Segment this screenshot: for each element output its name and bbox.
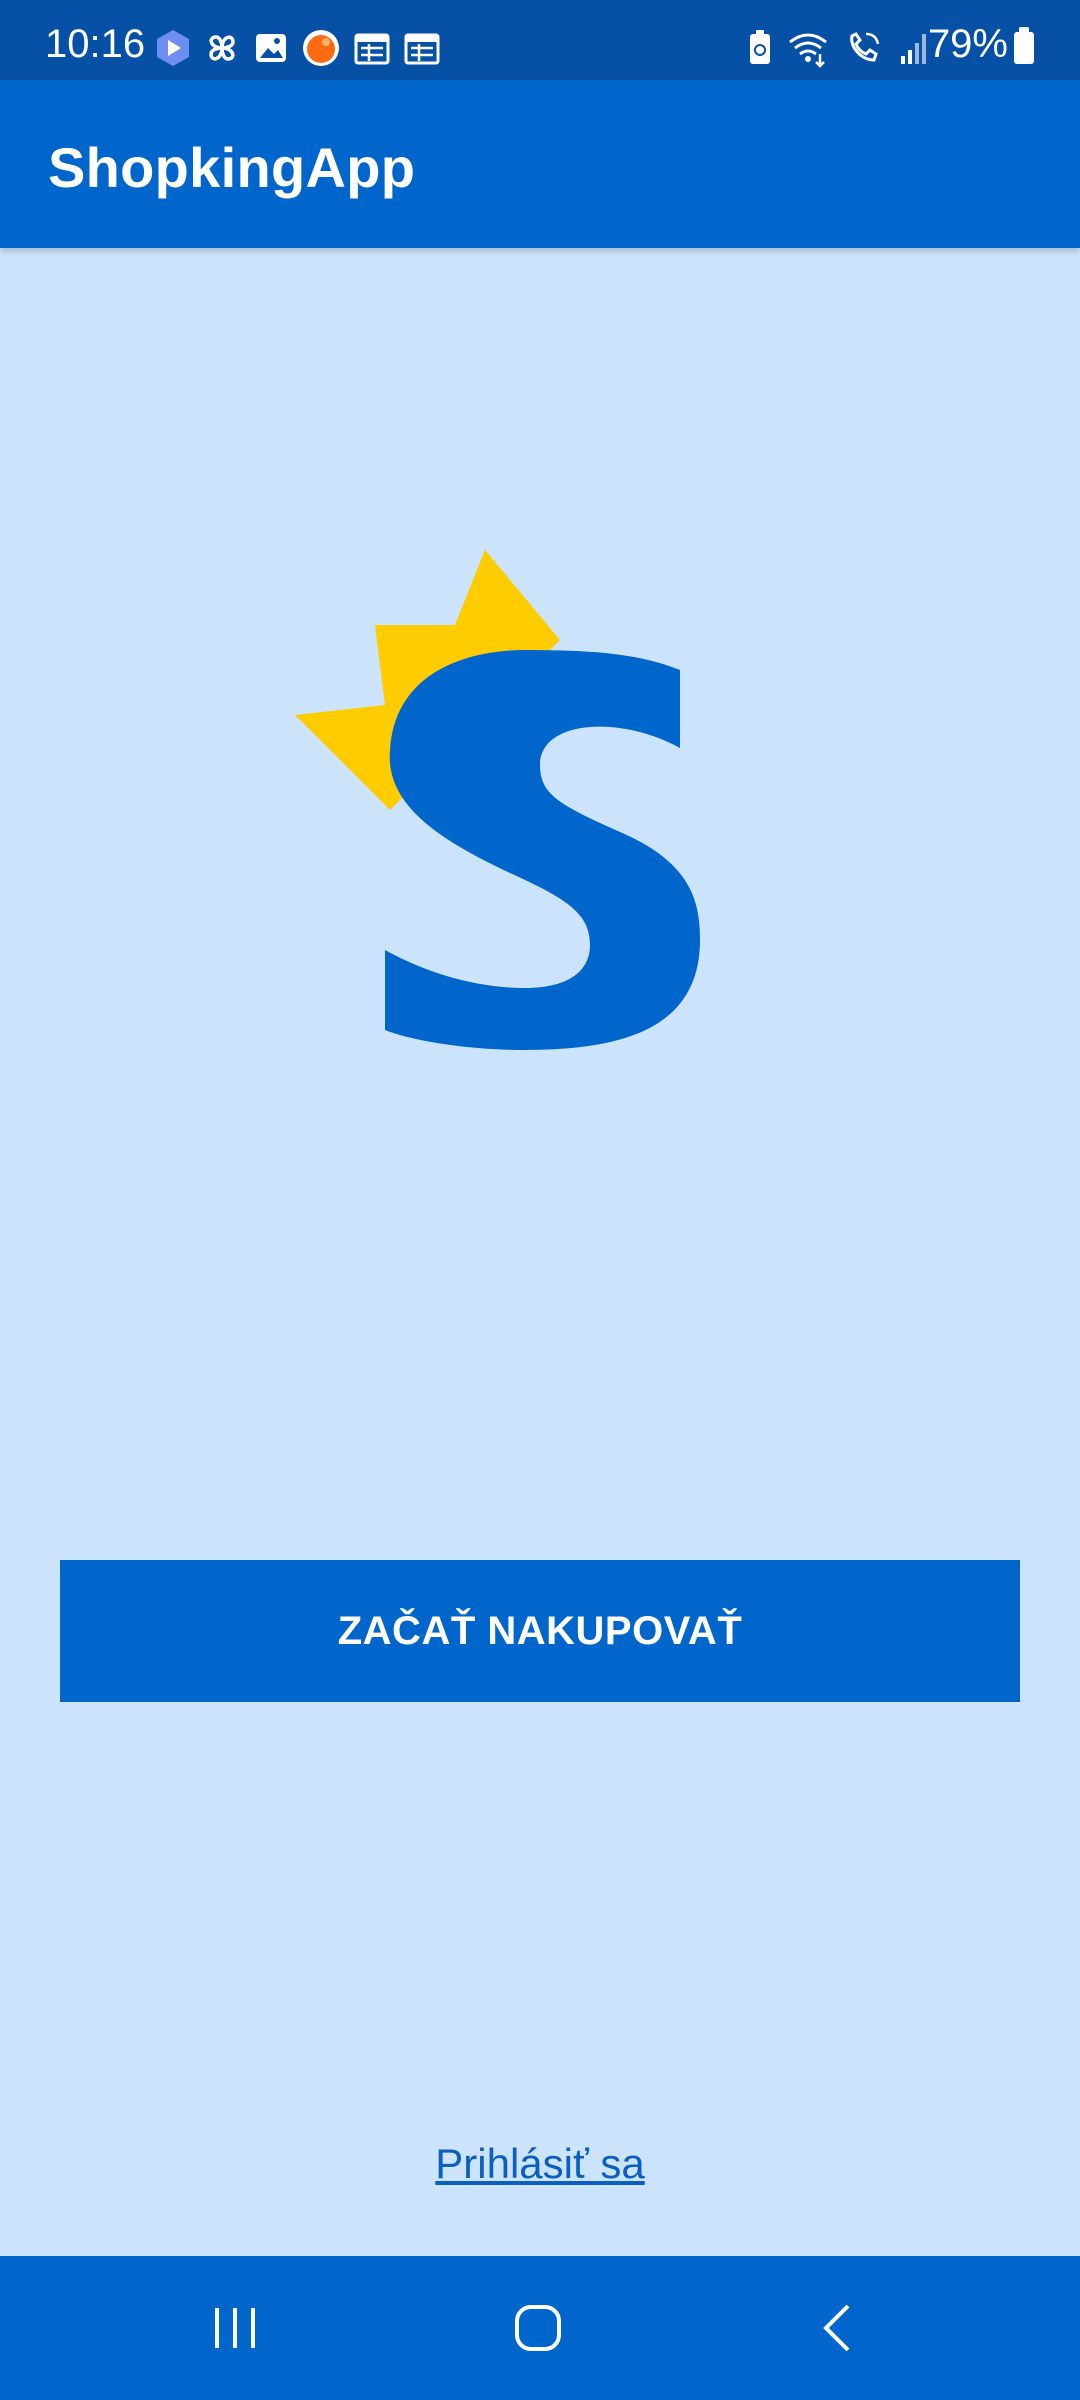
notification-icons — [155, 28, 441, 68]
system-icons — [748, 28, 930, 68]
pinwheel-icon — [209, 35, 235, 61]
login-link[interactable]: Prihlásiť sa — [0, 2140, 1080, 2188]
home-button[interactable] — [458, 2256, 618, 2400]
shopking-logo — [295, 550, 700, 1050]
battery-percent: 79% — [927, 22, 1008, 66]
recents-button[interactable] — [155, 2256, 315, 2400]
calendar-icon — [354, 33, 390, 65]
orange-app-icon — [303, 30, 339, 66]
wifi-signal-icon — [789, 33, 827, 68]
start-shopping-button[interactable]: ZAČAŤ NAKUPOVAŤ — [60, 1560, 1020, 1702]
recents-icon — [215, 2308, 255, 2348]
navigation-bar — [0, 2256, 1080, 2400]
status-bar: 10:16 79% — [0, 0, 1080, 80]
cell-signal-icon — [901, 34, 926, 64]
wifi-calling-icon — [850, 32, 880, 62]
app-bar: ShopkingApp — [0, 80, 1080, 248]
calendar-icon — [404, 33, 440, 65]
back-button[interactable] — [760, 2256, 920, 2400]
battery-icon — [1014, 27, 1034, 64]
app-title: ShopkingApp — [48, 136, 416, 199]
status-time: 10:16 — [45, 22, 146, 66]
screen: 10:16 79% ShopkingApp ZAČAŤ NAKUPOVAŤ Pr… — [0, 0, 1080, 2400]
s-letter — [385, 650, 700, 1050]
camera-app-icon — [157, 30, 189, 66]
back-icon — [823, 2304, 850, 2352]
battery-saver-icon — [750, 30, 770, 64]
gallery-icon — [256, 34, 286, 62]
home-icon — [515, 2305, 561, 2351]
